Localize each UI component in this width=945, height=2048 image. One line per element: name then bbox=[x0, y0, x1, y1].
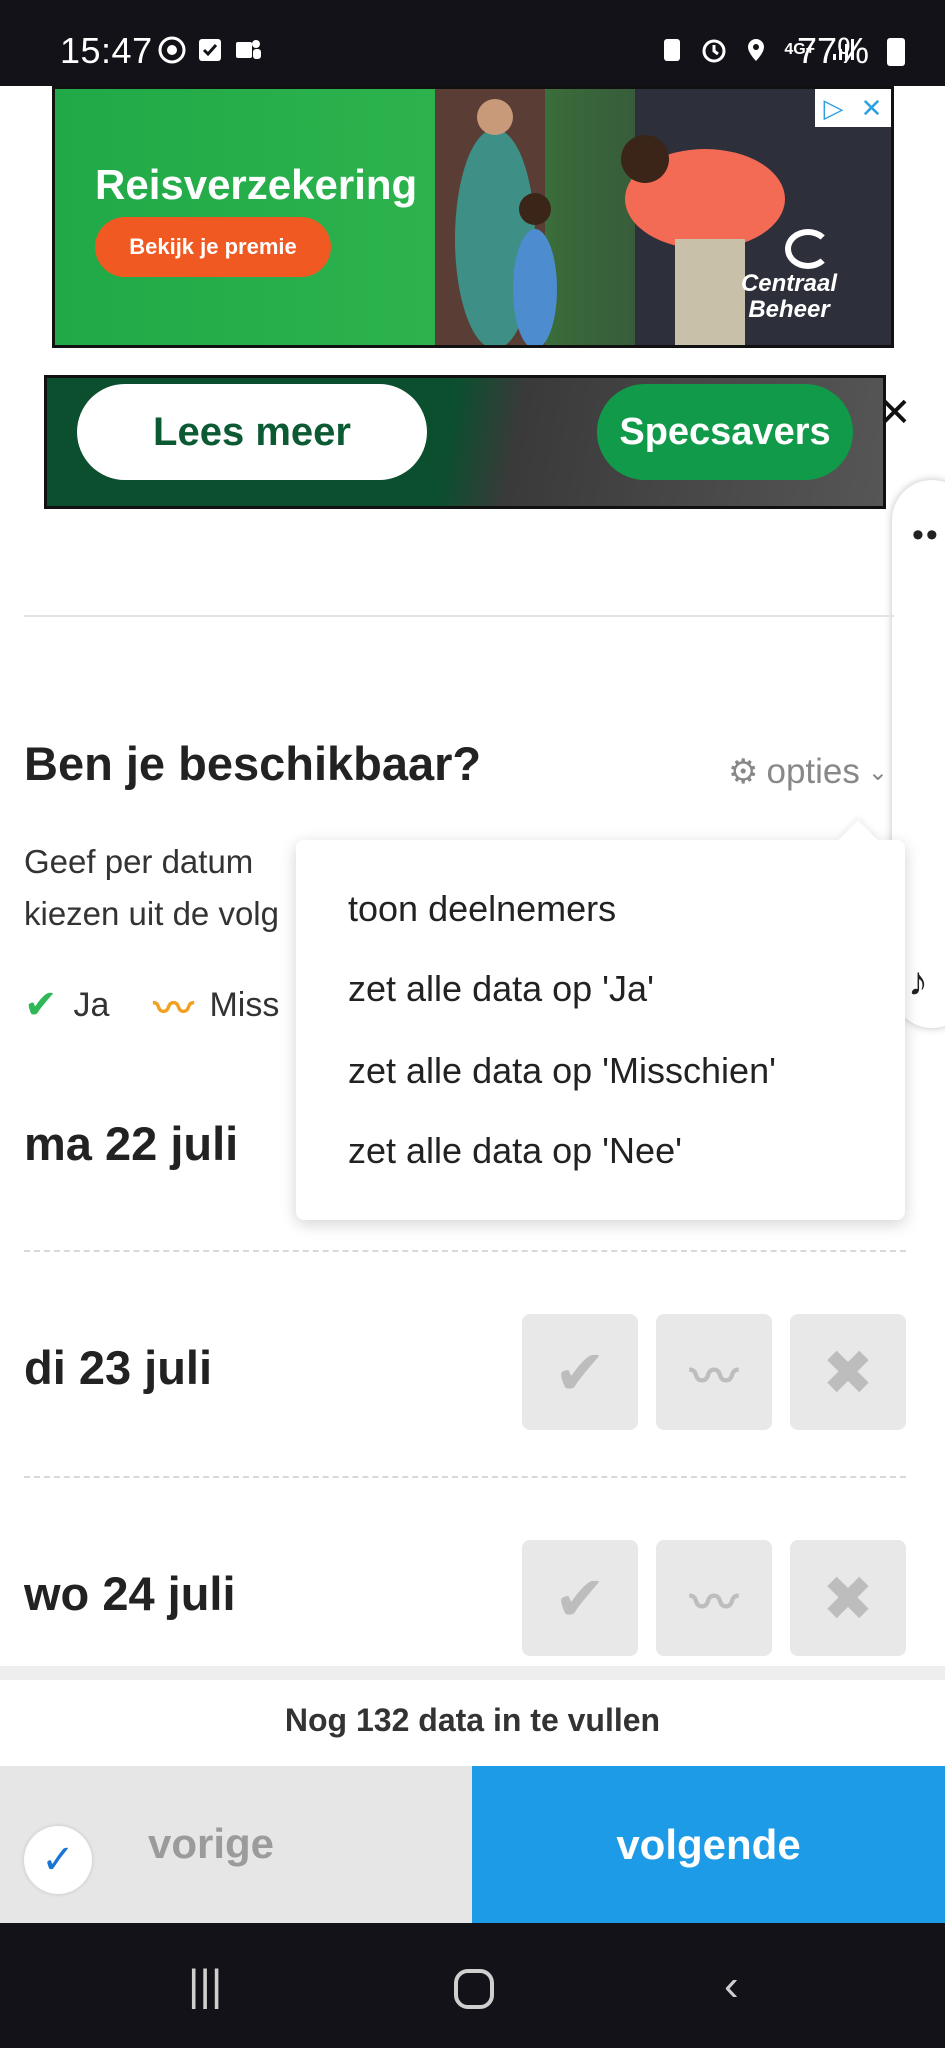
prev-label: vorige bbox=[148, 1820, 275, 1867]
legend-yes: Ja bbox=[73, 985, 110, 1024]
system-nav-bar: ||| ‹ bbox=[0, 1923, 945, 2048]
ad-banner-specsavers[interactable]: Lees meer Specsavers bbox=[44, 375, 886, 509]
check-icon: ✔ bbox=[554, 1564, 606, 1634]
menu-item-show-participants[interactable]: toon deelnemers bbox=[348, 888, 616, 930]
availability-buttons: ✔ 〰 ✖ bbox=[522, 1314, 906, 1430]
ad2-cta-button[interactable]: Lees meer bbox=[77, 384, 427, 480]
availability-title: Ben je beschikbaar? bbox=[24, 737, 482, 790]
next-button[interactable]: volgende bbox=[472, 1766, 945, 1923]
chevron-down-icon: ⌄ bbox=[867, 758, 888, 786]
recent-apps-icon[interactable]: ||| bbox=[188, 1961, 222, 2011]
check-icon: ✔ bbox=[24, 983, 58, 1027]
no-button[interactable]: ✖ bbox=[790, 1540, 906, 1656]
menu-item-set-all-maybe[interactable]: zet alle data op 'Misschien' bbox=[348, 1050, 776, 1092]
x-icon: ✖ bbox=[822, 1564, 874, 1634]
status-time: 15:47 bbox=[60, 30, 153, 71]
checkbox-notification-icon bbox=[199, 39, 221, 61]
date-row: di 23 juli ✔ 〰 ✖ bbox=[24, 1314, 906, 1434]
prev-button[interactable]: ✓ vorige bbox=[0, 1766, 472, 1923]
location-icon bbox=[748, 39, 765, 61]
ad2-close-icon[interactable]: ✕ bbox=[878, 390, 912, 436]
ad-choices[interactable]: ▷ ✕ bbox=[815, 89, 891, 127]
alarm-icon bbox=[702, 39, 726, 63]
ad2-brand: Specsavers bbox=[597, 384, 853, 480]
ad-cta-button[interactable]: Bekijk je premie bbox=[95, 217, 331, 277]
x-icon: ✖ bbox=[822, 1338, 874, 1408]
yes-button[interactable]: ✔ bbox=[522, 1314, 638, 1430]
date-row: wo 24 juli ✔ 〰 ✖ bbox=[24, 1540, 906, 1660]
wizard-nav: ✓ vorige volgende bbox=[0, 1766, 945, 1923]
date-label: ma 22 juli bbox=[24, 1117, 239, 1170]
chrome-icon bbox=[158, 36, 186, 64]
music-note-icon[interactable]: ♪ bbox=[908, 960, 928, 1005]
tilde-icon: 〰 bbox=[689, 1351, 738, 1404]
home-icon[interactable] bbox=[452, 1967, 496, 2011]
row-separator bbox=[24, 1476, 906, 1478]
notification-icons bbox=[158, 36, 262, 64]
battery-level: 77% bbox=[796, 30, 869, 71]
ad-brand: Centraal Beheer bbox=[740, 270, 838, 323]
ad-choices-icon[interactable]: ▷ bbox=[824, 93, 844, 124]
check-icon: ✔ bbox=[554, 1338, 606, 1408]
more-dots-icon[interactable]: •• bbox=[912, 516, 940, 555]
battery-icon bbox=[887, 38, 905, 66]
tilde-icon: 〰 bbox=[153, 987, 194, 1031]
ad-headline: Reisverzekering bbox=[95, 161, 418, 208]
menu-item-set-all-no[interactable]: zet alle data op 'Nee' bbox=[348, 1130, 682, 1172]
row-separator bbox=[24, 1250, 906, 1252]
maybe-button[interactable]: 〰 bbox=[656, 1314, 772, 1430]
tilde-icon: 〰 bbox=[689, 1577, 738, 1630]
back-icon[interactable]: ‹ bbox=[724, 1961, 739, 2011]
teams-icon bbox=[236, 40, 261, 59]
maybe-button[interactable]: 〰 bbox=[656, 1540, 772, 1656]
app-logo-icon[interactable]: ✓ bbox=[24, 1826, 92, 1894]
date-label: wo 24 juli bbox=[24, 1567, 236, 1620]
options-toggle[interactable]: ⚙ opties ⌄ bbox=[728, 752, 888, 792]
options-dropdown-menu: toon deelnemers zet alle data op 'Ja' ze… bbox=[296, 840, 905, 1220]
no-button[interactable]: ✖ bbox=[790, 1314, 906, 1430]
remaining-count: Nog 132 data in te vullen bbox=[0, 1666, 945, 1766]
gear-icon: ⚙ bbox=[728, 753, 759, 791]
legend: ✔ Ja 〰 Miss bbox=[24, 976, 279, 1034]
section-divider bbox=[24, 615, 894, 617]
next-label: volgende bbox=[616, 1820, 801, 1868]
centraal-beheer-logo-icon bbox=[785, 229, 831, 269]
sim-icon bbox=[664, 39, 681, 61]
menu-item-set-all-yes[interactable]: zet alle data op 'Ja' bbox=[348, 968, 654, 1010]
date-label: di 23 juli bbox=[24, 1341, 213, 1394]
status-bar: 15:47 4G+ 77% bbox=[0, 0, 945, 86]
availability-buttons: ✔ 〰 ✖ bbox=[522, 1540, 906, 1656]
legend-maybe: Miss bbox=[209, 985, 280, 1024]
options-label: opties bbox=[766, 752, 860, 791]
ad-banner-insurance[interactable]: Reisverzekering Bekijk je premie Centraa… bbox=[52, 86, 894, 348]
yes-button[interactable]: ✔ bbox=[522, 1540, 638, 1656]
ad-close-icon[interactable]: ✕ bbox=[861, 93, 883, 124]
